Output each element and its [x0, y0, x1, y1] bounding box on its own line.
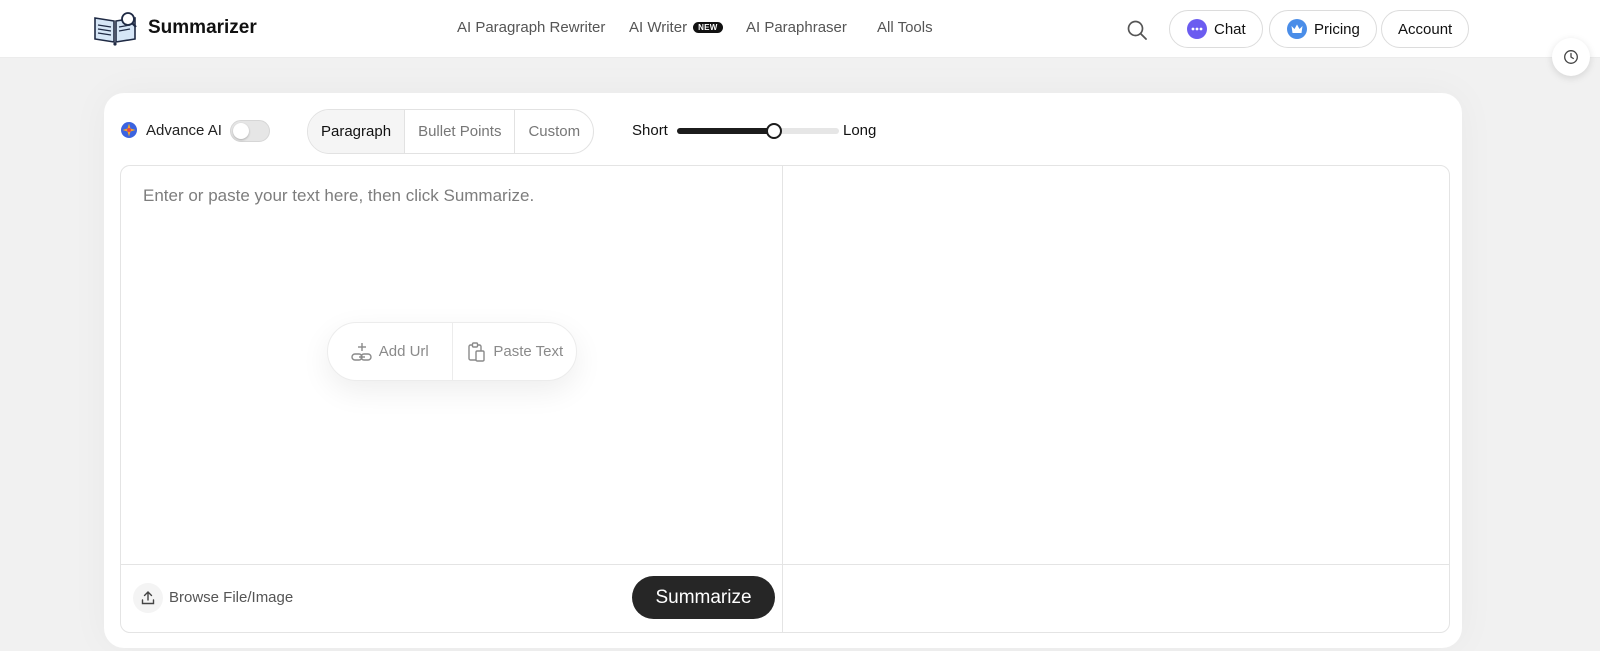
browse-file-link[interactable]: Browse File/Image — [169, 589, 293, 606]
tab-custom[interactable]: Custom — [515, 110, 593, 153]
upload-icon — [141, 591, 155, 605]
toggle-knob — [233, 123, 249, 139]
pricing-label: Pricing — [1314, 20, 1360, 38]
summary-length-slider[interactable] — [677, 123, 839, 139]
clock-icon — [1564, 50, 1578, 64]
crown-icon — [1287, 19, 1307, 39]
output-footer — [783, 564, 1449, 632]
logo[interactable] — [92, 10, 138, 46]
sparkle-icon — [121, 122, 137, 138]
summarize-button[interactable]: Summarize — [632, 576, 775, 619]
chat-label: Chat — [1214, 20, 1246, 38]
nav-ai-paragraph-rewriter[interactable]: AI Paragraph Rewriter — [457, 19, 605, 36]
tab-bullet-points[interactable]: Bullet Points — [405, 110, 516, 153]
search-icon[interactable] — [1126, 19, 1148, 41]
slider-thumb[interactable] — [766, 123, 783, 139]
new-badge: NEW — [693, 22, 723, 33]
length-short-label: Short — [632, 122, 668, 139]
nav-ai-paraphraser[interactable]: AI Paraphraser — [746, 19, 847, 36]
upload-button[interactable] — [133, 583, 163, 613]
tab-paragraph[interactable]: Paragraph — [308, 110, 406, 153]
summary-mode-tabs: Paragraph Bullet Points Custom — [307, 109, 595, 154]
advance-ai-toggle[interactable] — [230, 120, 270, 142]
chat-bubble-icon — [1187, 19, 1207, 39]
slider-fill — [677, 128, 775, 134]
link-add-icon — [351, 342, 372, 361]
output-pane — [783, 166, 1449, 632]
nav-ai-writer[interactable]: AI Writer NEW — [629, 19, 723, 36]
account-button[interactable]: Account — [1381, 10, 1470, 48]
length-long-label: Long — [843, 122, 877, 139]
top-header: Summarizer AI Paragraph Rewriter AI Writ… — [0, 0, 1600, 58]
advance-ai-label: Advance AI — [146, 122, 222, 139]
clipboard-icon — [468, 341, 486, 362]
chat-button[interactable]: Chat — [1169, 10, 1263, 48]
input-pane: Add Url Paste Text — [121, 166, 783, 632]
paste-text-button[interactable]: Paste Text — [451, 323, 577, 380]
book-magnifier-icon — [94, 12, 137, 46]
paste-text-label: Paste Text — [493, 343, 564, 360]
history-button[interactable] — [1552, 38, 1590, 76]
nav-ai-writer-label: AI Writer — [629, 19, 688, 36]
brand-name[interactable]: Summarizer — [148, 17, 257, 39]
add-url-button[interactable]: Add Url — [328, 323, 452, 380]
editor-panels: Add Url Paste Text — [120, 165, 1450, 633]
add-url-label: Add Url — [378, 343, 429, 360]
input-actions: Add Url Paste Text — [327, 322, 577, 381]
options-toolbar: Advance AI Paragraph Bullet Points Custo… — [104, 93, 1462, 165]
nav-all-tools[interactable]: All Tools — [877, 19, 933, 36]
pricing-button[interactable]: Pricing — [1269, 10, 1377, 48]
summarizer-card: Advance AI Paragraph Bullet Points Custo… — [104, 93, 1462, 648]
account-label: Account — [1398, 20, 1453, 38]
input-footer: Browse File/Image Summarize — [121, 564, 782, 632]
